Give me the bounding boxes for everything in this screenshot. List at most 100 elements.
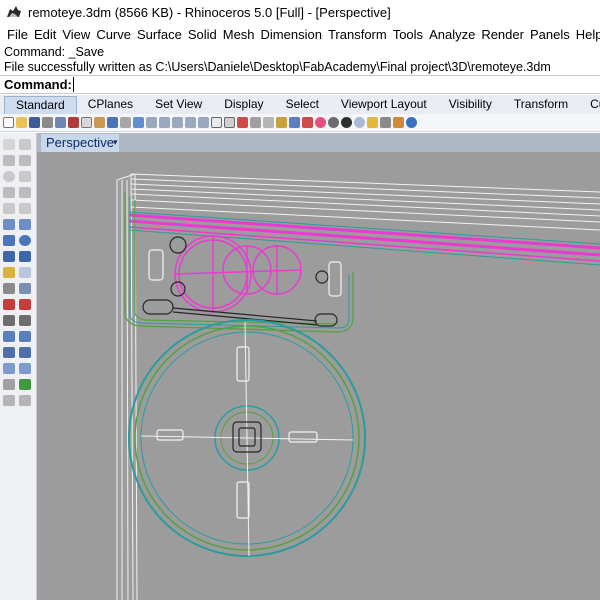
lights-icon[interactable]	[367, 117, 378, 128]
check-icon[interactable]	[19, 379, 31, 390]
array-icon[interactable]	[19, 363, 31, 374]
zoom-extents-icon[interactable]	[185, 117, 196, 128]
pan-icon[interactable]	[120, 117, 131, 128]
explode-icon[interactable]	[19, 315, 31, 326]
import-icon[interactable]	[55, 117, 66, 128]
menu-panels[interactable]: Panels	[527, 27, 573, 42]
viewport-menu-arrow-icon[interactable]: ▾	[113, 137, 118, 148]
left-toolbar	[0, 133, 37, 600]
copy-object-icon[interactable]	[19, 331, 31, 342]
help-icon[interactable]	[406, 117, 417, 128]
menu-help[interactable]: Help	[573, 27, 600, 42]
tab-curve-tools[interactable]: Curve To	[579, 96, 600, 114]
curve-icon[interactable]	[19, 155, 31, 166]
dimension-icon[interactable]	[19, 283, 31, 294]
select-icon[interactable]	[250, 117, 261, 128]
loft-icon[interactable]	[19, 219, 31, 230]
zoom-selected-icon[interactable]	[198, 117, 209, 128]
menu-analyze[interactable]: Analyze	[426, 27, 478, 42]
command-prompt: Command:	[0, 75, 600, 94]
large-wheel	[128, 319, 366, 557]
tab-visibility[interactable]: Visibility	[438, 96, 503, 114]
menu-render[interactable]: Render	[478, 27, 527, 42]
paste-icon[interactable]	[94, 117, 105, 128]
sphere-icon[interactable]	[19, 235, 31, 246]
polygon-icon[interactable]	[19, 187, 31, 198]
tools-icon[interactable]	[393, 117, 404, 128]
cplane-icon[interactable]	[237, 117, 248, 128]
join-icon[interactable]	[3, 315, 15, 326]
bracket-plate	[124, 192, 354, 333]
extrude-icon[interactable]	[19, 251, 31, 262]
cut-icon[interactable]	[68, 117, 79, 128]
layer-icon[interactable]	[289, 117, 300, 128]
render-sphere-icon[interactable]	[328, 117, 339, 128]
command-input[interactable]	[72, 77, 600, 92]
viewport-tab-perspective[interactable]: Perspective	[41, 134, 119, 152]
zoom-icon[interactable]	[146, 117, 157, 128]
menu-solid[interactable]: Solid	[185, 27, 220, 42]
menu-tools[interactable]: Tools	[390, 27, 426, 42]
menu-file[interactable]: File	[4, 27, 31, 42]
grid-icon[interactable]	[224, 117, 235, 128]
select-arrow-icon[interactable]	[3, 139, 15, 150]
arc-icon[interactable]	[19, 171, 31, 182]
offset-icon[interactable]	[3, 203, 15, 214]
move-icon[interactable]	[3, 331, 15, 342]
material-icon[interactable]	[354, 117, 365, 128]
group-icon[interactable]	[3, 395, 15, 406]
menu-bar: File Edit View Curve Surface Solid Mesh …	[0, 24, 600, 45]
box-icon[interactable]	[3, 235, 15, 246]
viewport-tab-bar: Perspective ▾	[37, 133, 600, 152]
boolean-icon[interactable]	[3, 267, 15, 278]
viewport-perspective[interactable]	[37, 152, 600, 600]
tab-transform[interactable]: Transform	[503, 96, 579, 114]
mesh-icon[interactable]	[19, 267, 31, 278]
surface-icon[interactable]	[3, 219, 15, 230]
menu-surface[interactable]: Surface	[134, 27, 185, 42]
properties-icon[interactable]	[302, 117, 313, 128]
tab-set-view[interactable]: Set View	[144, 96, 213, 114]
undo-icon[interactable]	[107, 117, 118, 128]
rhino-app-icon	[7, 6, 21, 17]
zoom-dynamic-icon[interactable]	[172, 117, 183, 128]
print-icon[interactable]	[42, 117, 53, 128]
menu-dimension[interactable]: Dimension	[258, 27, 325, 42]
split-icon[interactable]	[19, 299, 31, 310]
render-icon[interactable]	[341, 117, 352, 128]
menu-view[interactable]: View	[59, 27, 93, 42]
lock-icon[interactable]	[276, 117, 287, 128]
open-file-icon[interactable]	[16, 117, 27, 128]
text-icon[interactable]	[3, 283, 15, 294]
tab-standard[interactable]: Standard	[4, 96, 77, 114]
trim-icon[interactable]	[3, 299, 15, 310]
hide-icon[interactable]	[263, 117, 274, 128]
tab-cplanes[interactable]: CPlanes	[77, 96, 144, 114]
block-icon[interactable]	[19, 395, 31, 406]
analyze-icon[interactable]	[3, 379, 15, 390]
color-wheel-icon[interactable]	[315, 117, 326, 128]
polyline-icon[interactable]	[3, 155, 15, 166]
rectangle-icon[interactable]	[3, 187, 15, 198]
menu-mesh[interactable]: Mesh	[220, 27, 258, 42]
scale-icon[interactable]	[19, 347, 31, 358]
menu-edit[interactable]: Edit	[31, 27, 59, 42]
mirror-icon[interactable]	[3, 363, 15, 374]
new-file-icon[interactable]	[3, 117, 14, 128]
tab-viewport-layout[interactable]: Viewport Layout	[330, 96, 438, 114]
tab-select[interactable]: Select	[275, 96, 330, 114]
point-icon[interactable]	[19, 139, 31, 150]
rotate-icon[interactable]	[3, 347, 15, 358]
save-icon[interactable]	[29, 117, 40, 128]
four-view-icon[interactable]	[211, 117, 222, 128]
fillet-icon[interactable]	[19, 203, 31, 214]
tab-display[interactable]: Display	[213, 96, 274, 114]
menu-transform[interactable]: Transform	[325, 27, 390, 42]
rotate-view-icon[interactable]	[133, 117, 144, 128]
cylinder-icon[interactable]	[3, 251, 15, 262]
zoom-window-icon[interactable]	[159, 117, 170, 128]
menu-curve[interactable]: Curve	[93, 27, 134, 42]
circle-icon[interactable]	[3, 171, 15, 182]
copy-icon[interactable]	[81, 117, 92, 128]
options-icon[interactable]	[380, 117, 391, 128]
